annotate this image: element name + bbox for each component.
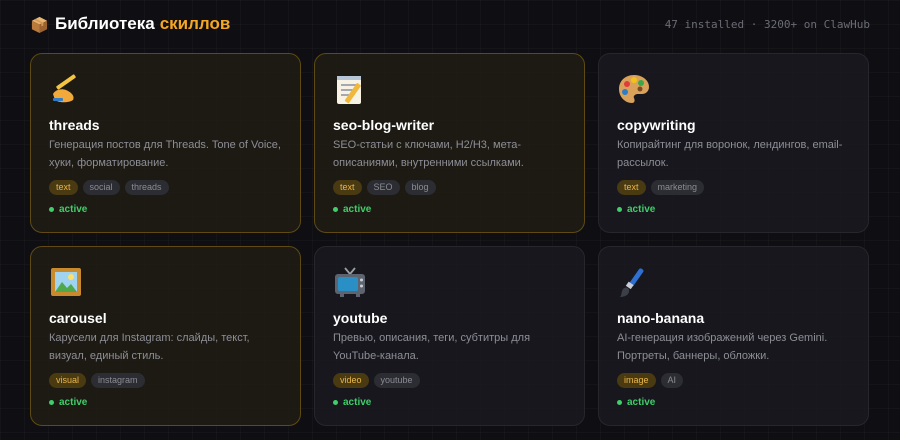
title-prefix: Библиотека [55,14,155,33]
skill-name: nano-banana [617,310,705,326]
status-badge: active [333,397,371,408]
skill-card-copywriting[interactable]: copywriting Копирайтинг для воронок, лен… [598,53,869,233]
status-dot-icon [49,400,54,405]
skill-card-threads[interactable]: threads Генерация постов для Threads. To… [30,53,301,233]
skill-tags: text marketing [617,180,705,195]
status-label: active [343,204,372,215]
skill-tag[interactable]: youtube [373,373,420,388]
skill-tags: visual instagram [49,373,145,388]
skill-tags: video youtube [333,373,420,388]
skill-card-carousel[interactable]: carousel Карусели для Instagram: слайды,… [30,246,301,426]
skill-name: threads [49,117,100,133]
status-dot-icon [617,207,622,212]
status-badge: active [49,397,87,408]
skill-tag[interactable]: AI [660,373,684,388]
skill-name: carousel [49,310,107,326]
skill-description: Превью, описания, теги, субтитры для You… [333,332,531,362]
status-label: active [627,397,656,408]
skill-tag[interactable]: instagram [91,373,145,388]
install-stats: 47 installed · 3200+ on ClawHub [664,17,870,31]
status-badge: active [333,204,371,215]
skill-tag[interactable]: image [617,373,656,388]
status-dot-icon [333,400,338,405]
package-box-icon [31,16,48,33]
paintbrush-icon [620,268,644,297]
artist-palette-icon [619,75,649,103]
skill-description: Копирайтинг для воронок, лендингов, emai… [617,139,843,169]
skill-tag[interactable]: threads [124,180,169,195]
skill-tag[interactable]: text [333,180,362,195]
status-label: active [343,397,372,408]
skill-tag[interactable]: text [617,180,646,195]
skill-tag[interactable]: blog [404,180,436,195]
status-badge: active [617,397,655,408]
framed-picture-icon [51,268,81,296]
skill-description: Карусели для Instagram: слайды, текст, в… [49,332,250,362]
skill-tag[interactable]: marketing [650,180,705,195]
skill-name: seo-blog-writer [333,117,435,133]
status-badge: active [617,204,655,215]
memo-icon [337,76,361,104]
status-label: active [59,204,88,215]
skill-description: SEO-статьи с ключами, H2/H3, мета-описан… [333,139,524,169]
skill-tag[interactable]: social [82,180,120,195]
skill-description: AI-генерация изображений через Gemini. П… [617,332,828,362]
skill-tag[interactable]: visual [49,373,87,388]
status-dot-icon [333,207,338,212]
television-icon [335,267,365,297]
writing-hand-icon [53,74,76,103]
status-dot-icon [617,400,622,405]
status-label: active [627,204,656,215]
skill-name: youtube [333,310,388,326]
skill-card-youtube[interactable]: youtube Превью, описания, теги, субтитры… [314,246,585,426]
skill-tags: text social threads [49,180,169,195]
skill-name: copywriting [617,117,696,133]
status-dot-icon [49,207,54,212]
skill-tag[interactable]: text [49,180,78,195]
skill-card-seo-blog-writer[interactable]: seo-blog-writer SEO-статьи с ключами, H2… [314,53,585,233]
skill-tag[interactable]: video [333,373,369,388]
status-badge: active [49,204,87,215]
page-title: Библиотека скиллов [30,14,230,34]
skill-description: Генерация постов для Threads. Tone of Vo… [49,139,281,169]
skill-tags: image AI [617,373,684,388]
skill-card-nano-banana[interactable]: nano-banana AI-генерация изображений чер… [598,246,869,426]
title-accent: скиллов [159,14,231,33]
skill-tags: text SEO blog [333,180,436,195]
status-label: active [59,397,88,408]
header: Библиотека скиллов 47 installed · 3200+ … [30,12,870,36]
skill-tag[interactable]: SEO [366,180,400,195]
